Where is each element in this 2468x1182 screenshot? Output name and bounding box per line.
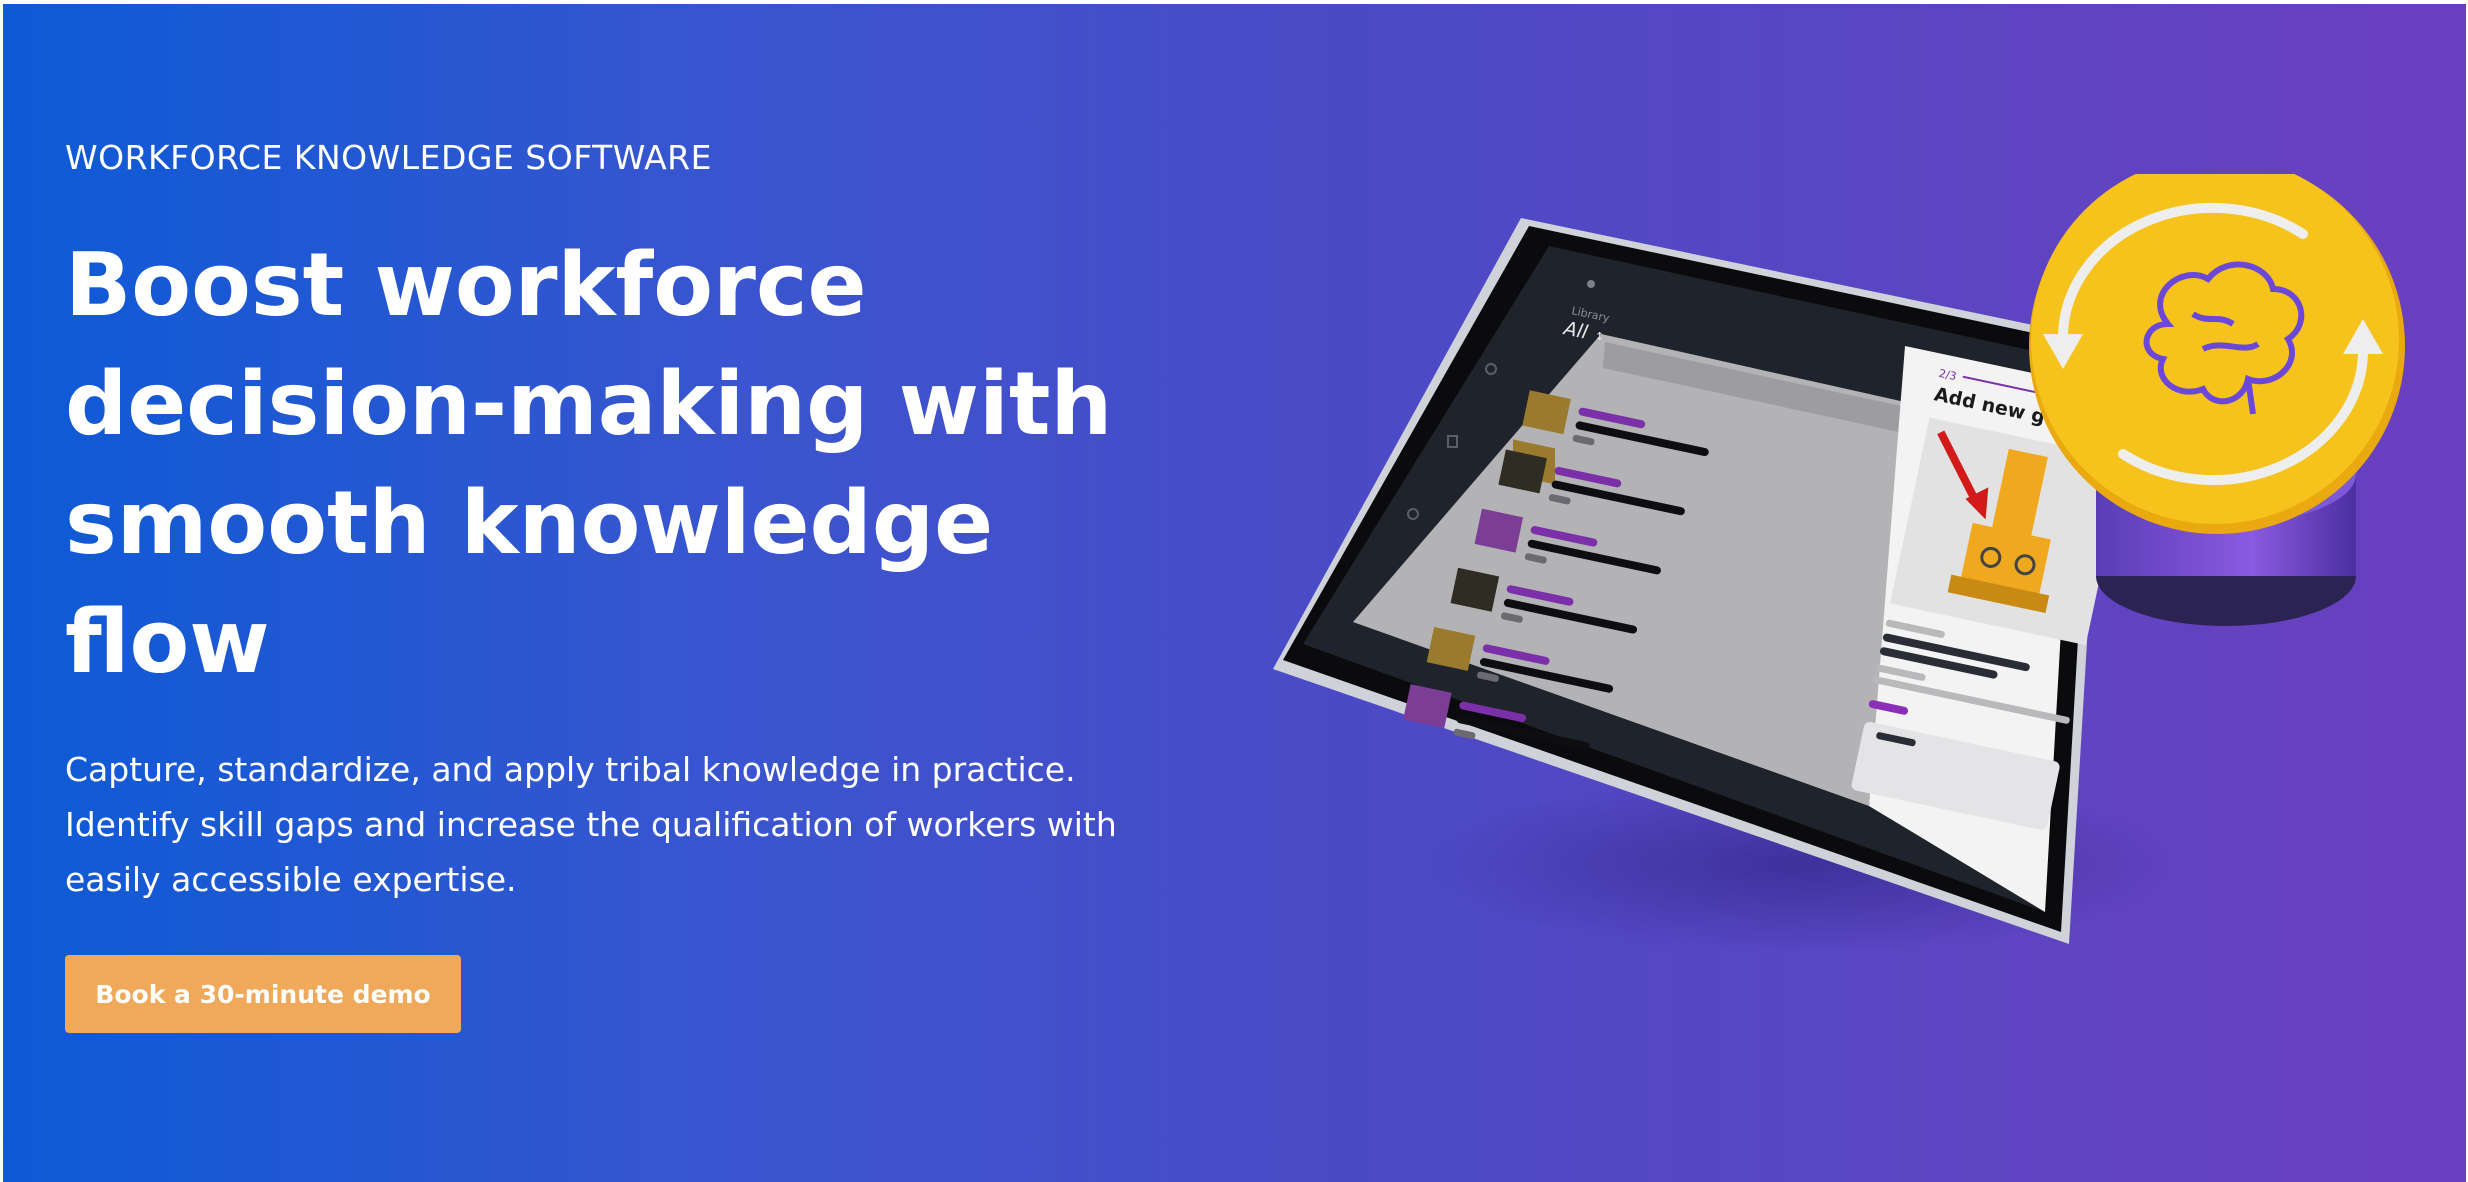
hero-subtext: Capture, standardize, and apply tribal k… xyxy=(65,750,1117,899)
hero-section: WORKFORCE KNOWLEDGE SOFTWARE Boost workf… xyxy=(3,4,2466,1182)
user-icon xyxy=(1587,280,1595,288)
sort-icon[interactable]: ↕ xyxy=(1595,330,1604,343)
product-illustration: Library All ↕ 2/3 Add new guide xyxy=(1273,174,2405,954)
hero-headline: Boost workforce decision-making with smo… xyxy=(65,234,1113,693)
book-demo-button[interactable]: Book a 30-minute demo xyxy=(65,955,461,1033)
eyebrow-label: WORKFORCE KNOWLEDGE SOFTWARE xyxy=(65,138,712,177)
